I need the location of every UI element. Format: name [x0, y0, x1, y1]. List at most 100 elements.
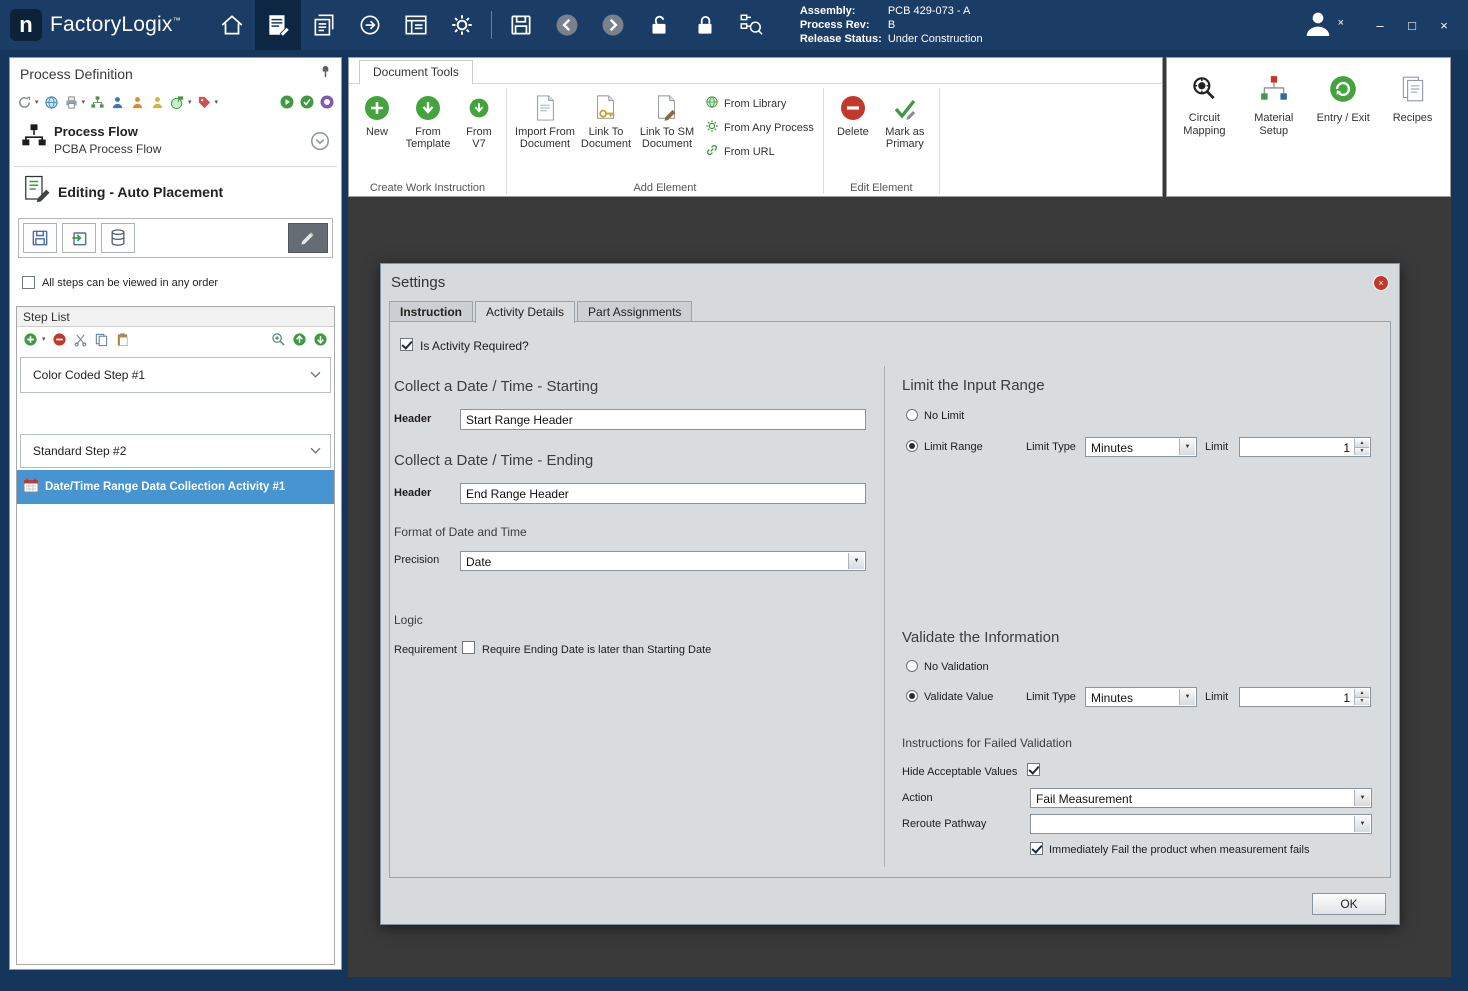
paste-icon[interactable]: [114, 331, 131, 348]
refresh-icon[interactable]: [16, 94, 33, 111]
back-icon[interactable]: [544, 0, 590, 50]
immediately-fail-checkbox[interactable]: [1030, 842, 1043, 855]
export-step-button[interactable]: [101, 223, 135, 253]
tab-part-assignments[interactable]: Part Assignments: [577, 301, 693, 322]
group-create-work-instruction: New From Template From V7 Create Work In…: [349, 84, 506, 196]
import-step-button[interactable]: [62, 223, 96, 253]
home-icon[interactable]: [209, 0, 255, 50]
remove-step-icon[interactable]: [51, 331, 68, 348]
maximize-button[interactable]: □: [1398, 12, 1426, 38]
settings-gear-icon[interactable]: [439, 0, 485, 50]
chevron-down-icon[interactable]: [309, 366, 322, 384]
reports-icon[interactable]: [393, 0, 439, 50]
tab-document-tools[interactable]: Document Tools: [359, 60, 473, 84]
is-activity-required-checkbox[interactable]: [400, 338, 413, 351]
user-blue-icon[interactable]: [109, 94, 126, 111]
material-setup-button[interactable]: Material Setup: [1242, 74, 1306, 138]
spin-down-icon[interactable]: ▼: [1354, 447, 1369, 455]
tab-activity-details[interactable]: Activity Details: [475, 301, 576, 323]
add-step-icon[interactable]: [22, 331, 39, 348]
dispatch-icon[interactable]: [347, 0, 393, 50]
dialog-close-icon[interactable]: ×: [1373, 275, 1389, 291]
web-globe-icon[interactable]: [43, 94, 60, 111]
move-up-icon[interactable]: [291, 331, 308, 348]
move-down-icon[interactable]: [312, 331, 329, 348]
logout-user-icon[interactable]: ×: [1302, 8, 1344, 42]
caret-down-icon[interactable]: ▾: [42, 335, 46, 343]
no-validation-radio[interactable]: [906, 660, 918, 672]
from-url-button[interactable]: From URL: [705, 143, 814, 160]
from-any-process-button[interactable]: From Any Process: [705, 119, 814, 136]
process-flow-subtitle[interactable]: PCBA Process Flow: [54, 142, 161, 156]
limit-spinner[interactable]: 1 ▲ ▼: [1239, 437, 1371, 457]
save-step-button[interactable]: [23, 223, 57, 253]
precision-select[interactable]: Date ▼: [460, 551, 866, 571]
validate-limit-spinner[interactable]: 1 ▲ ▼: [1239, 687, 1371, 707]
documents-icon[interactable]: [301, 0, 347, 50]
end-header-input[interactable]: [460, 483, 866, 504]
unlock-icon[interactable]: [636, 0, 682, 50]
validate-value-radio[interactable]: [906, 690, 918, 702]
entry-exit-button[interactable]: Entry / Exit: [1311, 74, 1375, 125]
reroute-pathway-select[interactable]: ▼: [1030, 814, 1372, 834]
ok-button[interactable]: OK: [1312, 893, 1386, 915]
publish-globe-icon[interactable]: [169, 94, 186, 111]
close-button[interactable]: ×: [1430, 12, 1458, 38]
limit-type-select[interactable]: Minutes ▼: [1085, 437, 1197, 457]
process-definition-icon[interactable]: [254, 0, 301, 50]
no-limit-radio[interactable]: [906, 409, 918, 421]
record-icon[interactable]: [318, 94, 335, 111]
spin-up-icon[interactable]: ▲: [1354, 689, 1369, 698]
caret-down-icon[interactable]: ▾: [188, 98, 192, 106]
entry-exit-icon: [1328, 74, 1358, 108]
caret-down-icon[interactable]: ▾: [215, 98, 219, 106]
lock-icon[interactable]: [682, 0, 728, 50]
complete-icon[interactable]: [298, 94, 315, 111]
from-library-button[interactable]: From Library: [705, 95, 814, 112]
caret-down-icon[interactable]: ▾: [35, 98, 39, 106]
chevron-down-icon[interactable]: [309, 442, 322, 460]
hide-acceptable-checkbox[interactable]: [1027, 763, 1040, 776]
limit-range-radio[interactable]: [906, 440, 918, 452]
new-button[interactable]: New: [355, 88, 399, 138]
copy-icon[interactable]: [93, 331, 110, 348]
audit-search-icon[interactable]: [728, 0, 774, 50]
spin-up-icon[interactable]: ▲: [1354, 439, 1369, 448]
save-icon[interactable]: [498, 0, 544, 50]
validate-limit-type-select[interactable]: Minutes ▼: [1085, 687, 1197, 707]
tab-instruction[interactable]: Instruction: [389, 301, 473, 322]
material-setup-icon: [1259, 74, 1289, 108]
edit-content-button[interactable]: [288, 223, 328, 253]
requirement-checkbox[interactable]: [462, 641, 475, 654]
mark-as-primary-button[interactable]: Mark as Primary: [876, 88, 934, 150]
tag-icon[interactable]: [196, 94, 213, 111]
caret-down-icon[interactable]: ▾: [82, 98, 86, 106]
minimize-button[interactable]: –: [1366, 12, 1394, 38]
user-key-icon[interactable]: [129, 94, 146, 111]
zoom-step-icon[interactable]: [270, 331, 287, 348]
step-item[interactable]: Color Coded Step #1: [20, 357, 331, 393]
order-checkbox[interactable]: [22, 276, 35, 289]
step-item[interactable]: Standard Step #2: [20, 434, 331, 468]
link-to-sm-document-button[interactable]: Link To SM Document: [635, 88, 699, 150]
spin-down-icon[interactable]: ▼: [1354, 697, 1369, 705]
pin-icon[interactable]: [318, 64, 333, 84]
print-icon[interactable]: [63, 94, 80, 111]
start-header-input[interactable]: [460, 409, 866, 430]
recipes-button[interactable]: Recipes: [1381, 74, 1445, 125]
circuit-mapping-button[interactable]: Circuit Mapping: [1172, 74, 1236, 138]
delete-button[interactable]: Delete: [830, 88, 876, 138]
app-logo-icon: n: [10, 9, 42, 41]
user-badge-icon[interactable]: [149, 94, 166, 111]
from-v7-button[interactable]: From V7: [457, 88, 501, 150]
expand-circle-icon[interactable]: [309, 130, 331, 157]
cut-icon[interactable]: [72, 331, 89, 348]
forward-icon[interactable]: [590, 0, 636, 50]
start-icon[interactable]: [278, 94, 295, 111]
from-template-button[interactable]: From Template: [399, 88, 457, 150]
selected-activity-row[interactable]: Date/Time Range Data Collection Activity…: [17, 470, 334, 504]
action-select[interactable]: Fail Measurement ▼: [1030, 788, 1372, 808]
flow-tree-icon[interactable]: [89, 94, 106, 111]
import-from-document-button[interactable]: Import From Document: [513, 88, 577, 150]
link-to-document-button[interactable]: Link To Document: [577, 88, 635, 150]
